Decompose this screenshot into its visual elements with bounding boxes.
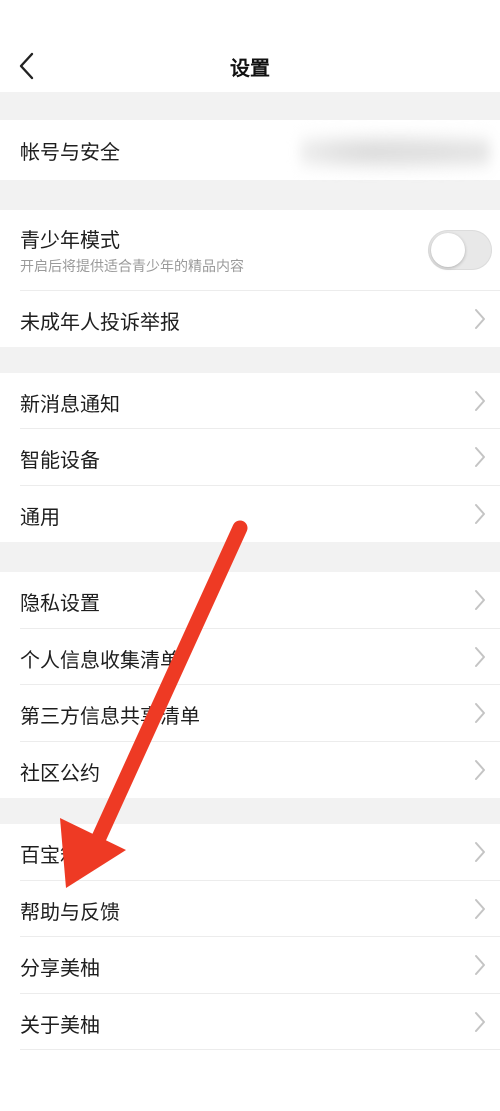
settings-item-label: 第三方信息共享清单 [20, 704, 200, 728]
settings-item-community-rules[interactable]: 社区公约 [0, 742, 500, 798]
settings-item-label: 分享美柚 [20, 956, 100, 980]
section-gap [0, 542, 500, 572]
settings-item-teen-mode: 青少年模式 开启后将提供适合青少年的精品内容 [0, 210, 500, 291]
settings-item-label: 智能设备 [20, 448, 100, 472]
settings-item-help-feedback[interactable]: 帮助与反馈 [0, 881, 500, 937]
settings-item-label: 个人信息收集清单 [20, 648, 180, 672]
settings-item-label: 通用 [20, 505, 60, 529]
settings-item-about-app[interactable]: 关于美柚 [0, 994, 500, 1050]
chevron-right-icon [475, 703, 485, 723]
chevron-right-icon [475, 760, 485, 780]
settings-item-smart-devices[interactable]: 智能设备 [0, 429, 500, 486]
divider [20, 1049, 500, 1050]
section-gap [0, 180, 500, 210]
settings-item-privacy[interactable]: 隐私设置 [0, 572, 500, 629]
settings-item-label: 百宝箱 [20, 843, 80, 867]
teen-mode-description: 开启后将提供适合青少年的精品内容 [20, 259, 244, 275]
teen-mode-title: 青少年模式 [20, 228, 120, 252]
settings-item-general[interactable]: 通用 [0, 486, 500, 542]
chevron-right-icon [475, 955, 485, 975]
section-gap [0, 798, 500, 824]
settings-item-third-party-sharing[interactable]: 第三方信息共享清单 [0, 685, 500, 742]
chevron-right-icon [475, 647, 485, 667]
settings-item-label: 隐私设置 [20, 591, 100, 615]
chevron-right-icon [475, 1012, 485, 1032]
settings-item-minor-report[interactable]: 未成年人投诉举报 [0, 291, 500, 347]
settings-item-toolbox[interactable]: 百宝箱 [0, 824, 500, 881]
toggle-knob [431, 233, 465, 267]
settings-item-label: 未成年人投诉举报 [20, 310, 180, 334]
settings-item-label: 新消息通知 [20, 392, 120, 416]
section-gap [0, 347, 500, 373]
settings-item-share-app[interactable]: 分享美柚 [0, 937, 500, 994]
section-gap [0, 92, 500, 120]
settings-item-personal-info-list[interactable]: 个人信息收集清单 [0, 629, 500, 685]
chevron-right-icon [475, 842, 485, 862]
settings-item-label: 关于美柚 [20, 1013, 100, 1037]
chevron-right-icon [475, 309, 485, 329]
page-title: 设置 [230, 56, 270, 80]
chevron-right-icon [475, 504, 485, 524]
chevron-right-icon [475, 447, 485, 467]
account-value-blurred [300, 130, 490, 174]
teen-mode-toggle[interactable] [428, 230, 492, 270]
chevron-right-icon [475, 391, 485, 411]
header-bar: 设置 [0, 0, 500, 92]
settings-item-label: 帮助与反馈 [20, 900, 120, 924]
settings-item-label: 社区公约 [20, 761, 100, 785]
settings-item-label: 帐号与安全 [20, 140, 120, 164]
settings-item-account-security[interactable]: 帐号与安全 [0, 120, 500, 180]
settings-item-notifications[interactable]: 新消息通知 [0, 373, 500, 429]
chevron-right-icon [475, 590, 485, 610]
chevron-right-icon [475, 899, 485, 919]
